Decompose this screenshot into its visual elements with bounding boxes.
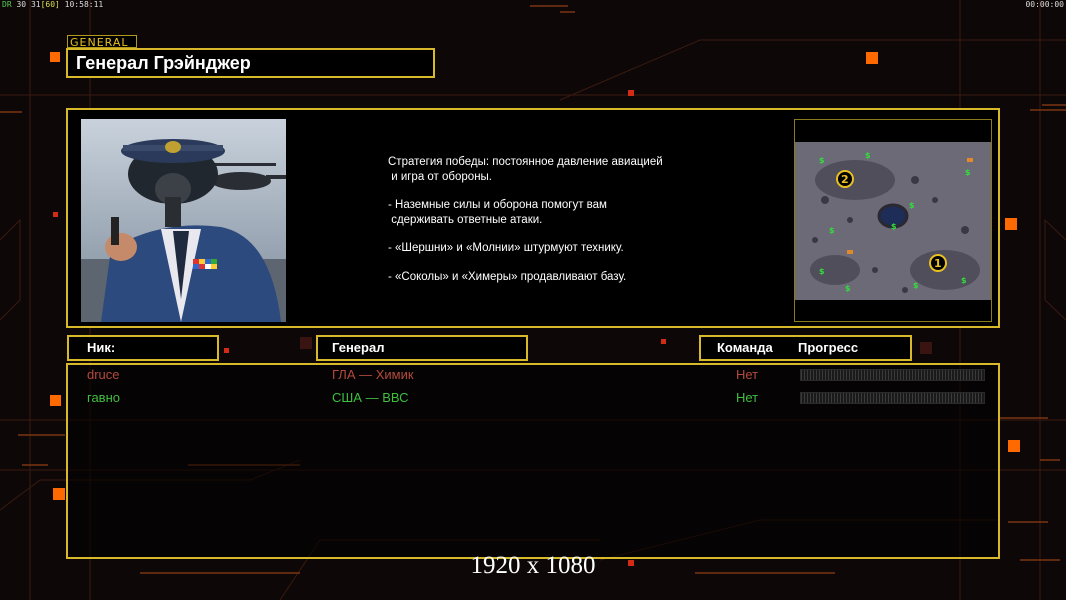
team-label: Команда <box>717 340 773 355</box>
general-tag: GENERAL <box>67 35 137 49</box>
progress-bar <box>800 392 985 404</box>
fps-counter: DR 30 31[60] 10:58:11 <box>2 0 103 9</box>
strategy-line: Стратегия победы: постоянное давление ав… <box>388 156 663 168</box>
strategy-line: сдерживать ответные атаки. <box>388 213 543 226</box>
svg-text:$: $ <box>961 276 967 285</box>
svg-text:$: $ <box>845 284 851 293</box>
general-title: Генерал Грэйнджер <box>66 48 435 78</box>
strategy-line: и игра от обороны. <box>388 170 493 183</box>
start-position-1: 1 <box>929 254 947 272</box>
hud-clock: 10:58:11 <box>64 0 104 9</box>
hud-label-3: [60] <box>40 0 60 9</box>
progress-bar <box>800 369 985 381</box>
svg-text:$: $ <box>819 156 825 165</box>
general-info-panel: Стратегия победы: постоянное давление ав… <box>66 108 1000 328</box>
svg-text:$: $ <box>909 201 915 210</box>
hud-label-2: 31 <box>30 0 41 9</box>
player-row: гавно США — ВВС Нет <box>68 388 998 408</box>
column-header-team: Команда Прогресс <box>699 335 912 361</box>
start-position-label: 2 <box>841 173 849 186</box>
player-general: ГЛА — Химик <box>332 367 414 382</box>
svg-text:$: $ <box>913 281 919 290</box>
player-nick: гавно <box>87 390 121 405</box>
progress-label: Прогресс <box>798 340 859 355</box>
player-nick: druce <box>87 367 120 382</box>
player-general: США — ВВС <box>332 390 409 405</box>
svg-text:$: $ <box>819 267 825 276</box>
strategy-line: - «Соколы» и «Химеры» продавливают базу. <box>388 270 627 283</box>
strategy-line: - «Шершни» и «Молнии» штурмуют технику. <box>388 242 624 254</box>
strategy-line: - Наземные силы и оборона помогут вам <box>388 199 607 211</box>
svg-text:$: $ <box>891 222 897 231</box>
hud-label-1: 30 <box>16 0 27 9</box>
player-team: Нет <box>736 390 759 405</box>
strategy-text: Стратегия победы: постоянное давление ав… <box>388 155 718 284</box>
column-header-nick: Ник: <box>67 335 219 361</box>
hud-label-0: DR <box>2 0 12 9</box>
player-team: Нет <box>736 367 759 382</box>
start-position-2: 2 <box>836 170 854 188</box>
start-position-label: 1 <box>934 257 942 270</box>
resolution-watermark: 1920 x 1080 <box>470 552 596 579</box>
svg-text:$: $ <box>865 151 871 160</box>
player-list: druce ГЛА — Химик Нет гавно США — ВВС Не… <box>66 363 1000 559</box>
svg-text:$: $ <box>965 168 971 177</box>
map-preview: $ $ $ $ $ $ $ $ $ $ 2 1 <box>794 119 992 322</box>
player-row: druce ГЛА — Химик Нет <box>68 365 998 385</box>
general-portrait <box>81 119 286 322</box>
svg-text:$: $ <box>829 226 835 235</box>
column-header-general: Генерал <box>316 335 528 361</box>
game-timer: 00:00:00 <box>1025 0 1064 9</box>
